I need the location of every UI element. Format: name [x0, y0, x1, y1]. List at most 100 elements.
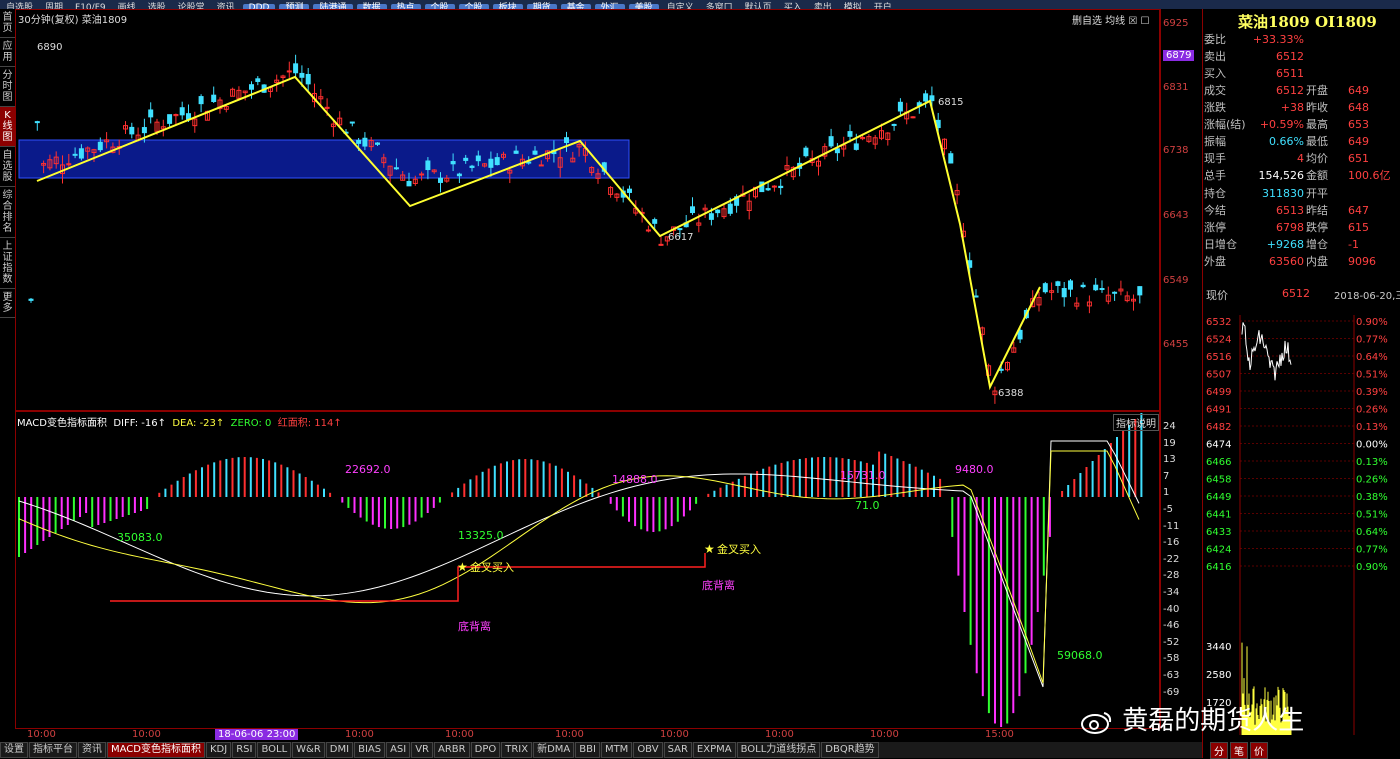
left-nav-item[interactable]: K线图	[0, 107, 15, 147]
y-tick-label: 6643	[1163, 210, 1189, 221]
quote-value2: 615	[1348, 221, 1369, 234]
candle-body	[249, 84, 254, 90]
mini-pct-label: 0.77%	[1356, 545, 1388, 556]
indicator-tab[interactable]: MTM	[600, 742, 633, 758]
zigzag-line	[36, 75, 1041, 391]
divergence-line	[110, 553, 706, 602]
mini-price-label: 6491	[1206, 405, 1231, 416]
indicator-tab[interactable]: ARBR	[434, 742, 470, 758]
indicator-help-button[interactable]: 指标说明	[1113, 414, 1159, 431]
left-nav-item[interactable]: 上证指数	[0, 238, 15, 289]
candle-body	[393, 167, 399, 170]
right-tab[interactable]: 价	[1250, 742, 1268, 759]
macd-y-tick-label: -40	[1163, 603, 1180, 615]
candle-body	[1093, 284, 1099, 291]
macd-area-label: 35083.0	[117, 531, 163, 544]
left-nav-item[interactable]: 分时图	[0, 67, 15, 107]
y-tick-label: 6879	[1163, 50, 1195, 61]
candle-body	[715, 209, 721, 214]
mini-price-label: 6449	[1206, 492, 1231, 503]
macd-area-label: 71.0	[855, 499, 880, 512]
indicator-tab[interactable]: EXPMA	[692, 742, 736, 758]
indicator-tab[interactable]: ASI	[386, 742, 411, 758]
macd-zero: ZERO: 0	[230, 418, 272, 429]
right-tab[interactable]: 笔	[1230, 742, 1248, 759]
macd-area-label: 59068.0	[1057, 649, 1103, 662]
candle-body	[627, 188, 632, 193]
candle-body	[778, 185, 784, 189]
golden-cross-star-icon: ★	[457, 560, 468, 574]
mini-pct-label: 0.90%	[1356, 562, 1388, 573]
indicator-tab[interactable]: MACD变色指标面积	[107, 742, 205, 758]
golden-cross-label: 金叉买入	[470, 560, 514, 574]
candle-body	[141, 127, 147, 134]
macd-y-tick-label: -58	[1163, 653, 1180, 665]
mini-pct-label: 0.64%	[1356, 352, 1388, 363]
x-tick-label: 10:00	[345, 729, 374, 740]
macd-area-label: 13325.0	[458, 529, 504, 542]
x-tick-label: 15:00	[985, 729, 1014, 740]
mini-pct-label: 0.51%	[1356, 510, 1388, 521]
indicator-tab[interactable]: 指标平台	[29, 742, 77, 758]
candle-body	[148, 109, 154, 118]
candle-body	[771, 185, 777, 188]
indicator-tab[interactable]: TRIX	[501, 742, 533, 758]
mini-price-label: 6482	[1206, 422, 1231, 433]
left-nav-item[interactable]: 自选股	[0, 147, 15, 187]
indicator-tab[interactable]: 新DMA	[533, 742, 575, 758]
mini-price-label: 6466	[1206, 457, 1231, 468]
candle-body	[1080, 284, 1086, 288]
quote-key2: 内盘	[1306, 255, 1328, 268]
candle-body	[910, 116, 916, 119]
mini-pct-label: 0.13%	[1356, 457, 1388, 468]
x-tick-label: 10:00	[870, 729, 899, 740]
mini-vol-label: 2580	[1206, 670, 1231, 681]
left-nav-item[interactable]: 综合排名	[0, 187, 15, 238]
candle-body	[645, 229, 651, 232]
quote-key2: 最低	[1306, 135, 1328, 148]
watermark-text: 黄磊的期货人生	[1122, 706, 1305, 736]
x-tick-label: 10:00	[132, 729, 161, 740]
indicator-tab[interactable]: W&R	[292, 742, 325, 758]
candle-body	[419, 173, 425, 176]
indicator-tab[interactable]: 资讯	[78, 742, 106, 758]
indicator-tab[interactable]: BOLL力道线拐点	[736, 742, 821, 758]
indicator-tab[interactable]: OBV	[633, 742, 663, 758]
indicator-tab[interactable]: 设置	[0, 742, 28, 758]
macd-y-tick-label: -11	[1163, 520, 1180, 532]
macd-diff: DIFF: -16↑	[113, 418, 166, 429]
indicator-tab[interactable]: DMI	[325, 742, 354, 758]
mini-price-label: 6441	[1206, 510, 1231, 521]
macd-y-tick-label: -46	[1163, 620, 1180, 632]
macd-canvas: 35083.0 22692.0 13325.0 14888.0 15731.0 9480.…	[18, 413, 1143, 727]
indicator-tab[interactable]: VR	[411, 742, 434, 758]
indicator-tab[interactable]: DBQR趋势	[821, 742, 879, 758]
macd-y-tick-label: -5	[1163, 504, 1173, 515]
mini-price-label: 6416	[1206, 562, 1231, 573]
x-axis: 10:00 10:00 18-06-06 23:00 10:00 10:00 10:00 1…	[15, 729, 1160, 741]
right-tab[interactable]: 分	[1210, 742, 1228, 759]
left-nav-item[interactable]: 更多	[0, 289, 15, 318]
golden-cross-label: 金叉买入	[717, 542, 761, 556]
y-tick-label: 6925	[1163, 18, 1189, 29]
candle-body	[765, 188, 771, 191]
top-menu-bar: 自选股 周期 F10/F9 画线 选股 论股堂 资讯 DDD 预测 陆港通 数据 热点 个股 个股 板块 期货…	[0, 0, 1400, 9]
indicator-tab[interactable]: BBI	[575, 742, 600, 758]
indicator-tab[interactable]: RSI	[232, 742, 257, 758]
candle-body	[72, 153, 78, 156]
indicator-tab[interactable]: SAR	[663, 742, 692, 758]
indicator-tab[interactable]: KDJ	[205, 742, 232, 758]
quote-key2: 昨结	[1306, 204, 1328, 217]
left-nav-item[interactable]: 应用	[0, 38, 15, 67]
left-nav-item[interactable]: 首页	[0, 9, 15, 38]
indicator-tab[interactable]: BIAS	[354, 742, 386, 758]
weibo-icon	[1080, 709, 1114, 735]
indicator-tab[interactable]: BOLL	[257, 742, 292, 758]
candle-body	[255, 78, 261, 82]
quote-value2: 649	[1348, 84, 1369, 97]
indicator-tab[interactable]: DPO	[470, 742, 501, 758]
candle-body	[923, 93, 929, 102]
quote-value: +33.33%	[1252, 33, 1304, 46]
mini-price-label: 6532	[1206, 317, 1231, 328]
candle-body	[1099, 288, 1105, 291]
